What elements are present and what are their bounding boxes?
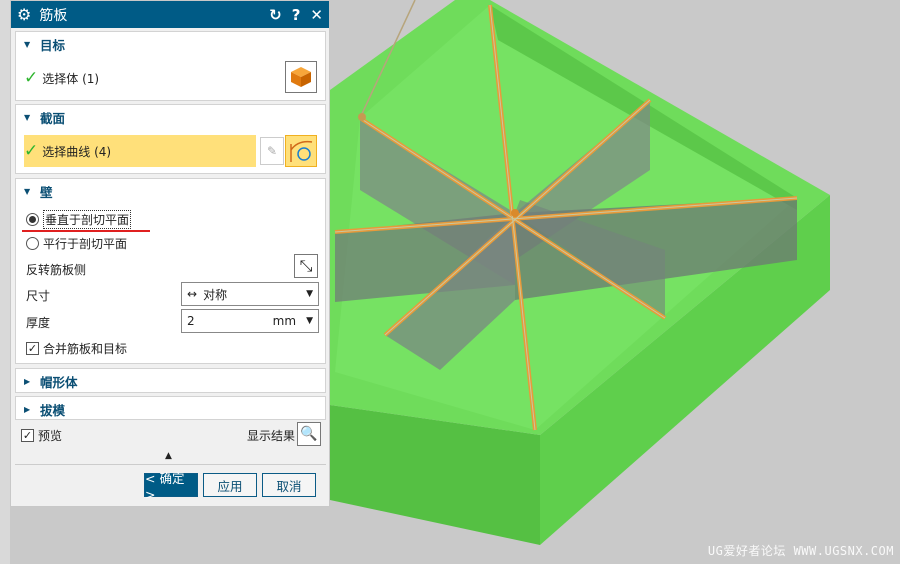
point-marker <box>358 113 366 121</box>
size-value: 对称 <box>203 287 228 302</box>
radio-perpendicular-label: 垂直于剖切平面 <box>43 210 132 229</box>
thickness-value: 2 <box>187 314 195 328</box>
radio-parallel[interactable]: 平行于剖切平面 <box>26 235 127 252</box>
cancel-button[interactable]: 取消 <box>262 473 316 497</box>
select-curve-row[interactable]: ✓ 选择曲线 (4) <box>24 135 256 167</box>
rib-dialog: ⚙ 筋板 ↻ ? ✕ ▼ 目标 ✓ 选择体 (1) ▼ 截面 ✓ 选择曲线 (4) ✎ … <box>10 0 330 507</box>
select-body-label: 选择体 (1) <box>42 71 100 86</box>
checkbox[interactable]: ✓ <box>26 342 39 355</box>
wall-header[interactable]: ▼ 壁 <box>16 179 325 203</box>
check-icon: ✓ <box>24 68 39 88</box>
curve-button[interactable] <box>285 135 317 167</box>
chevron-down-icon[interactable]: ▼ <box>306 316 313 326</box>
sketch-icon: ✎ <box>266 144 278 158</box>
show-result-button[interactable]: 🔍 <box>297 422 321 446</box>
watermark: UG爱好者论坛 WWW.UGSNX.COM <box>707 544 894 558</box>
size-dropdown[interactable]: ↔ 对称 ▼ <box>181 282 319 306</box>
cube-icon <box>291 67 311 87</box>
select-curve-label: 选择曲线 (4) <box>42 144 112 159</box>
reset-icon[interactable]: ↻ <box>269 6 282 24</box>
left-border <box>0 0 10 564</box>
select-body-row[interactable]: ✓ 选择体 (1) <box>24 68 99 88</box>
wall-group: ▼ 壁 垂直于剖切平面 平行于剖切平面 反转筋板侧 ⤡ 尺寸 ↔ 对称 ▼ 厚度 2m… <box>15 178 326 364</box>
ok-button[interactable]: < 确定 > <box>144 471 198 502</box>
collapse-icon: ▼ <box>24 39 31 49</box>
thickness-input[interactable]: 2 mm ▼ <box>181 309 319 333</box>
preview-label: 预览 <box>38 429 63 443</box>
merge-label: 合并筋板和目标 <box>43 342 128 356</box>
divider <box>15 464 326 465</box>
flip-side-label: 反转筋板侧 <box>26 263 87 277</box>
cap-group[interactable]: ▶ 帽形体 <box>15 368 326 393</box>
section-header-label: 截面 <box>40 110 66 126</box>
draft-group[interactable]: ▶ 拔模 <box>15 396 326 420</box>
size-label: 尺寸 <box>26 289 51 303</box>
cap-header[interactable]: ▶ 帽形体 <box>16 369 325 393</box>
close-icon[interactable]: ✕ <box>310 6 323 24</box>
radio-button[interactable] <box>26 237 39 250</box>
section-group: ▼ 截面 ✓ 选择曲线 (4) ✎ <box>15 104 326 174</box>
magnifier-icon: 🔍 <box>300 426 318 442</box>
symmetric-icon: ↔ <box>187 287 198 301</box>
thickness-unit: mm <box>272 314 297 328</box>
expand-icon: ▶ <box>24 376 31 386</box>
target-group: ▼ 目标 ✓ 选择体 (1) <box>15 31 326 101</box>
dialog-title-bar[interactable]: ⚙ 筋板 ↻ ? ✕ <box>11 1 329 28</box>
show-result-label: 显示结果 <box>247 429 296 443</box>
target-header[interactable]: ▼ 目标 <box>16 32 325 56</box>
gear-icon[interactable]: ⚙ <box>17 5 31 24</box>
radio-button[interactable] <box>26 213 39 226</box>
draft-header-label: 拔模 <box>40 402 66 418</box>
chevron-down-icon: ▼ <box>306 289 313 299</box>
checkbox[interactable]: ✓ <box>21 429 34 442</box>
solid-body-button[interactable] <box>285 61 317 93</box>
cap-header-label: 帽形体 <box>40 374 78 390</box>
section-header[interactable]: ▼ 截面 <box>16 105 325 129</box>
wall-header-label: 壁 <box>40 184 53 200</box>
thickness-label: 厚度 <box>26 316 51 330</box>
apply-button[interactable]: 应用 <box>203 473 257 497</box>
center-point <box>511 209 519 217</box>
curve-icon <box>290 140 313 162</box>
merge-checkbox[interactable]: ✓ 合并筋板和目标 <box>26 340 127 357</box>
help-icon[interactable]: ? <box>292 6 301 24</box>
target-header-label: 目标 <box>40 37 66 53</box>
red-underline <box>22 230 150 232</box>
check-icon: ✓ <box>24 141 39 161</box>
collapse-arrow-icon[interactable]: ▲ <box>165 451 172 461</box>
radio-perpendicular[interactable]: 垂直于剖切平面 <box>26 210 132 229</box>
collapse-icon: ▼ <box>24 112 31 122</box>
radio-parallel-label: 平行于剖切平面 <box>43 237 128 251</box>
expand-icon: ▶ <box>24 404 31 414</box>
draft-header[interactable]: ▶ 拔模 <box>16 397 325 421</box>
dialog-title: 筋板 <box>39 7 68 24</box>
flip-side-button[interactable]: ⤡ <box>294 254 318 278</box>
preview-checkbox[interactable]: ✓ 预览 <box>21 427 62 444</box>
flip-arrows-icon: ⤡ <box>299 256 313 275</box>
sketch-section-button[interactable]: ✎ <box>260 137 284 165</box>
collapse-icon: ▼ <box>24 186 31 196</box>
